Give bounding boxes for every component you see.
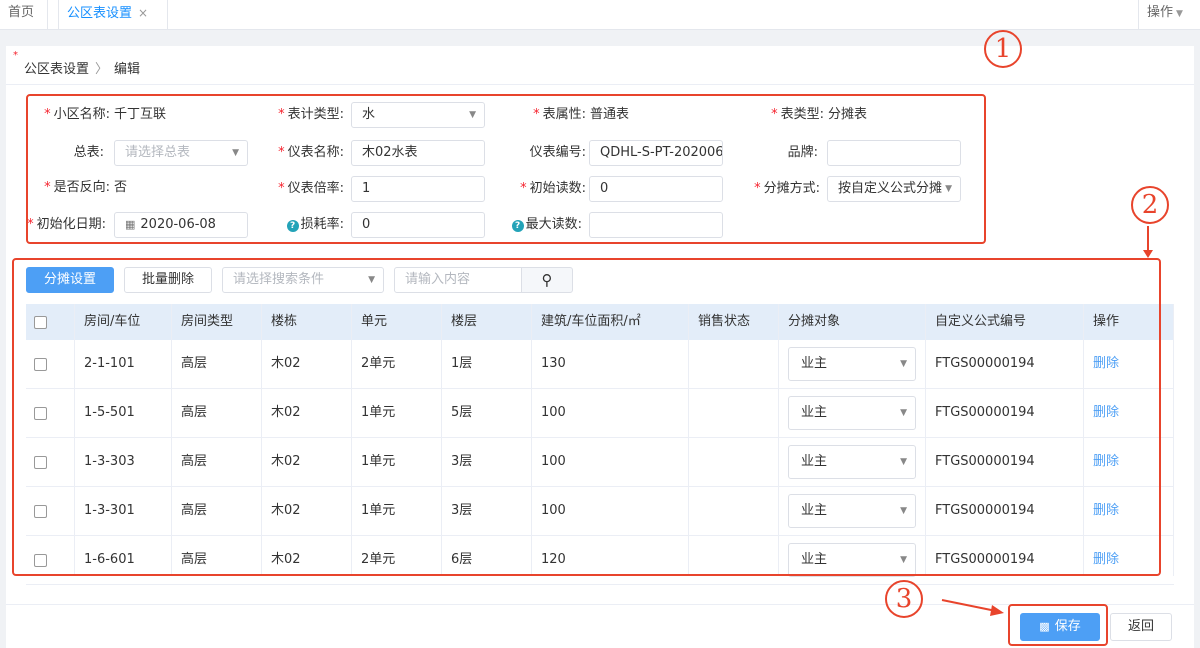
required-dot: * — [13, 50, 18, 61]
annotation-box-1 — [26, 94, 986, 244]
breadcrumb-current: 编辑 — [114, 62, 141, 77]
operations-label: 操作 — [1147, 5, 1174, 20]
divider — [1173, 304, 1174, 576]
chevron-down-icon: ▼ — [1176, 9, 1183, 19]
annotation-box-2 — [12, 258, 1161, 576]
tab-bar: 首页 公区表设置 × 操作 ▼ — [0, 0, 1200, 30]
tab-public-meter-settings[interactable]: 公区表设置 × — [58, 0, 168, 30]
breadcrumb-separator: 〉 — [95, 62, 109, 77]
annotation-arrow-3 — [941, 599, 1004, 616]
annotation-number-1: 1 — [984, 30, 1022, 68]
annotation-number-2: 2 — [1131, 186, 1169, 224]
annotation-box-3 — [1008, 604, 1108, 646]
annotation-arrow-2 — [1143, 226, 1153, 258]
divider — [6, 84, 1194, 85]
back-button[interactable]: 返回 — [1110, 613, 1172, 641]
tab-operations-menu[interactable]: 操作 ▼ — [1138, 0, 1200, 30]
breadcrumb: 公区表设置〉编辑 — [24, 58, 140, 77]
tab-active-label: 公区表设置 — [67, 6, 133, 21]
tab-home-label: 首页 — [8, 5, 35, 20]
tab-home[interactable]: 首页 — [0, 0, 48, 30]
breadcrumb-root[interactable]: 公区表设置 — [24, 62, 89, 77]
annotation-number-3: 3 — [885, 580, 923, 618]
close-icon[interactable]: × — [138, 6, 148, 20]
